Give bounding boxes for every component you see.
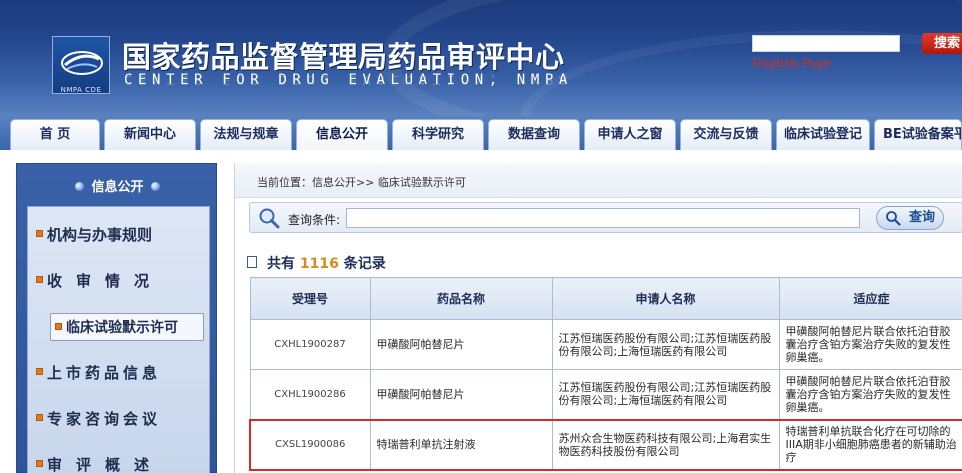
cell-indication: 甲磺酸阿帕替尼片联合依托泊苷胶囊治疗含铂方案治疗失败的复发性卵巢癌。 bbox=[778, 319, 962, 370]
bullet-dot-icon bbox=[75, 182, 85, 191]
column-header-applicant[interactable]: 申请人名称 bbox=[551, 277, 780, 320]
tab-news[interactable]: 新闻中心 bbox=[104, 119, 196, 150]
sidebar-item-label: 上市药品信息 bbox=[47, 364, 162, 382]
count-value: 1116 bbox=[299, 256, 339, 272]
header-search-button[interactable]: 搜索 bbox=[922, 33, 962, 54]
main-content: 当前位置：信息公开>> 临床试验默示许可 查询条件: 查询 共有 1116 条记… bbox=[234, 163, 962, 473]
cell-indication: 甲磺酸阿帕替尼片联合依托泊苷胶囊治疗含铂方案治疗失败的复发性卵巢癌。 bbox=[778, 369, 962, 420]
sidebar-item-label: 机构与办事规则 bbox=[47, 226, 153, 244]
sidebar-item-rules[interactable]: 机构与办事规则 bbox=[36, 221, 152, 249]
bullet-dot-icon bbox=[150, 182, 160, 191]
rss-bullet-icon bbox=[55, 322, 62, 330]
record-count: 共有 1116 条记录 bbox=[247, 253, 386, 273]
search-icon bbox=[259, 208, 280, 229]
column-header-drug[interactable]: 药品名称 bbox=[369, 277, 553, 320]
tab-info-disclosure[interactable]: 信息公开 bbox=[296, 119, 388, 150]
count-prefix: 共有 bbox=[267, 256, 295, 272]
count-suffix: 条记录 bbox=[343, 256, 386, 272]
rss-bullet-icon bbox=[36, 414, 43, 421]
query-bar: 查询条件: 查询 bbox=[249, 202, 962, 233]
rss-bullet-icon bbox=[36, 230, 43, 237]
cell-applicant: 江苏恒瑞医药股份有限公司;江苏恒瑞医药股份有限公司;上海恒瑞医药有限公司 bbox=[551, 319, 780, 370]
table-row-highlighted[interactable]: CXSL1900086 特瑞普利单抗注射液 苏州众合生物医药科技有限公司;上海君… bbox=[249, 418, 962, 471]
main-nav: 首 页 新闻中心 法规与规章 信息公开 科学研究 数据查询 申请人之窗 交流与反… bbox=[0, 116, 962, 150]
sidebar-item-label: 临床试验默示许可 bbox=[66, 320, 178, 336]
cell-indication: 特瑞普利单抗联合化疗在可切除的IIIA期非小细胞肺癌患者的新辅助治疗 bbox=[778, 418, 962, 471]
cell-drug[interactable]: 特瑞普利单抗注射液 bbox=[369, 418, 553, 471]
rss-bullet-icon bbox=[36, 368, 43, 375]
column-header-indication[interactable]: 适应症 bbox=[778, 277, 962, 320]
tab-feedback[interactable]: 交流与反馈 bbox=[680, 119, 772, 150]
sidebar-item-review-overview[interactable]: 审评概述 bbox=[36, 451, 163, 473]
column-header-code[interactable]: 受理号 bbox=[249, 277, 371, 320]
cell-applicant: 江苏恒瑞医药股份有限公司;江苏恒瑞医药股份有限公司;上海恒瑞医药有限公司 bbox=[551, 369, 780, 420]
site-header: NMPA CDE 国家药品监督管理局药品审评中心 CENTER FOR DRUG… bbox=[0, 0, 962, 116]
breadcrumb-bar: 当前位置：信息公开>> 临床试验默示许可 bbox=[235, 163, 962, 198]
breadcrumb: 当前位置：信息公开>> 临床试验默示许可 bbox=[257, 176, 466, 189]
query-button[interactable]: 查询 bbox=[876, 206, 944, 230]
tab-regulations[interactable]: 法规与规章 bbox=[200, 119, 292, 150]
results-table: 受理号 药品名称 申请人名称 适应症 CXHL1900287 甲磺酸阿帕替尼片 … bbox=[249, 277, 962, 471]
sidebar-item-label: 专家咨询会议 bbox=[47, 410, 162, 428]
sidebar-item-expert-meetings[interactable]: 专家咨询会议 bbox=[36, 405, 161, 433]
tab-clinical-registry[interactable]: 临床试验登记 bbox=[776, 119, 870, 150]
table-header-row: 受理号 药品名称 申请人名称 适应症 bbox=[249, 277, 962, 320]
sidebar-item-label: 收审情况 bbox=[47, 272, 164, 290]
sidebar-item-clinical-approval[interactable]: 临床试验默示许可 bbox=[50, 313, 204, 341]
english-page-link[interactable]: English Page bbox=[752, 56, 831, 70]
logo-emblem-icon bbox=[61, 51, 103, 75]
rss-bullet-icon bbox=[36, 460, 43, 467]
logo-caption: NMPA CDE bbox=[60, 86, 102, 94]
query-input[interactable] bbox=[346, 208, 860, 228]
cell-drug[interactable]: 甲磺酸阿帕替尼片 bbox=[369, 369, 553, 420]
sidebar-item-acceptance[interactable]: 收审情况 bbox=[36, 267, 163, 295]
tab-data-query[interactable]: 数据查询 bbox=[488, 119, 580, 150]
sidebar-item-label: 审评概述 bbox=[47, 456, 164, 473]
tab-applicant-window[interactable]: 申请人之窗 bbox=[584, 119, 676, 150]
query-label: 查询条件: bbox=[288, 213, 341, 227]
cell-code[interactable]: CXHL1900286 bbox=[249, 369, 371, 420]
cell-drug[interactable]: 甲磺酸阿帕替尼片 bbox=[369, 319, 553, 370]
sidebar: 信息公开 机构与办事规则 收审情况 临床试验默示许可 上市药品信息 专家咨询会议… bbox=[16, 163, 217, 473]
tab-be-filing[interactable]: BE试验备案平 bbox=[874, 119, 962, 150]
rss-bullet-icon bbox=[36, 276, 43, 283]
search-icon bbox=[886, 211, 901, 226]
cell-code[interactable]: CXSL1900086 bbox=[249, 418, 371, 471]
tab-research[interactable]: 科学研究 bbox=[392, 119, 484, 150]
query-button-label: 查询 bbox=[908, 210, 935, 225]
tab-home[interactable]: 首 页 bbox=[10, 119, 100, 150]
table-row[interactable]: CXHL1900286 甲磺酸阿帕替尼片 江苏恒瑞医药股份有限公司;江苏恒瑞医药… bbox=[249, 369, 962, 420]
document-icon bbox=[247, 256, 257, 268]
sidebar-title: 信息公开 bbox=[17, 176, 218, 195]
cell-code[interactable]: CXHL1900287 bbox=[249, 319, 371, 370]
sidebar-title-label: 信息公开 bbox=[91, 180, 144, 195]
cell-applicant: 苏州众合生物医药科技有限公司;上海君实生物医药科技股份有限公司 bbox=[551, 418, 780, 471]
site-subtitle-reflection: CENTER FOR DRUG EVALUATION, NMPA bbox=[124, 72, 573, 87]
site-title: 国家药品监督管理局药品审评中心 bbox=[122, 40, 565, 74]
table-row[interactable]: CXHL1900287 甲磺酸阿帕替尼片 江苏恒瑞医药股份有限公司;江苏恒瑞医药… bbox=[249, 319, 962, 370]
sidebar-item-marketed-drugs[interactable]: 上市药品信息 bbox=[36, 359, 161, 387]
sidebar-menu: 机构与办事规则 收审情况 临床试验默示许可 上市药品信息 专家咨询会议 审评概述 bbox=[27, 206, 210, 473]
header-search-input[interactable] bbox=[752, 35, 900, 52]
